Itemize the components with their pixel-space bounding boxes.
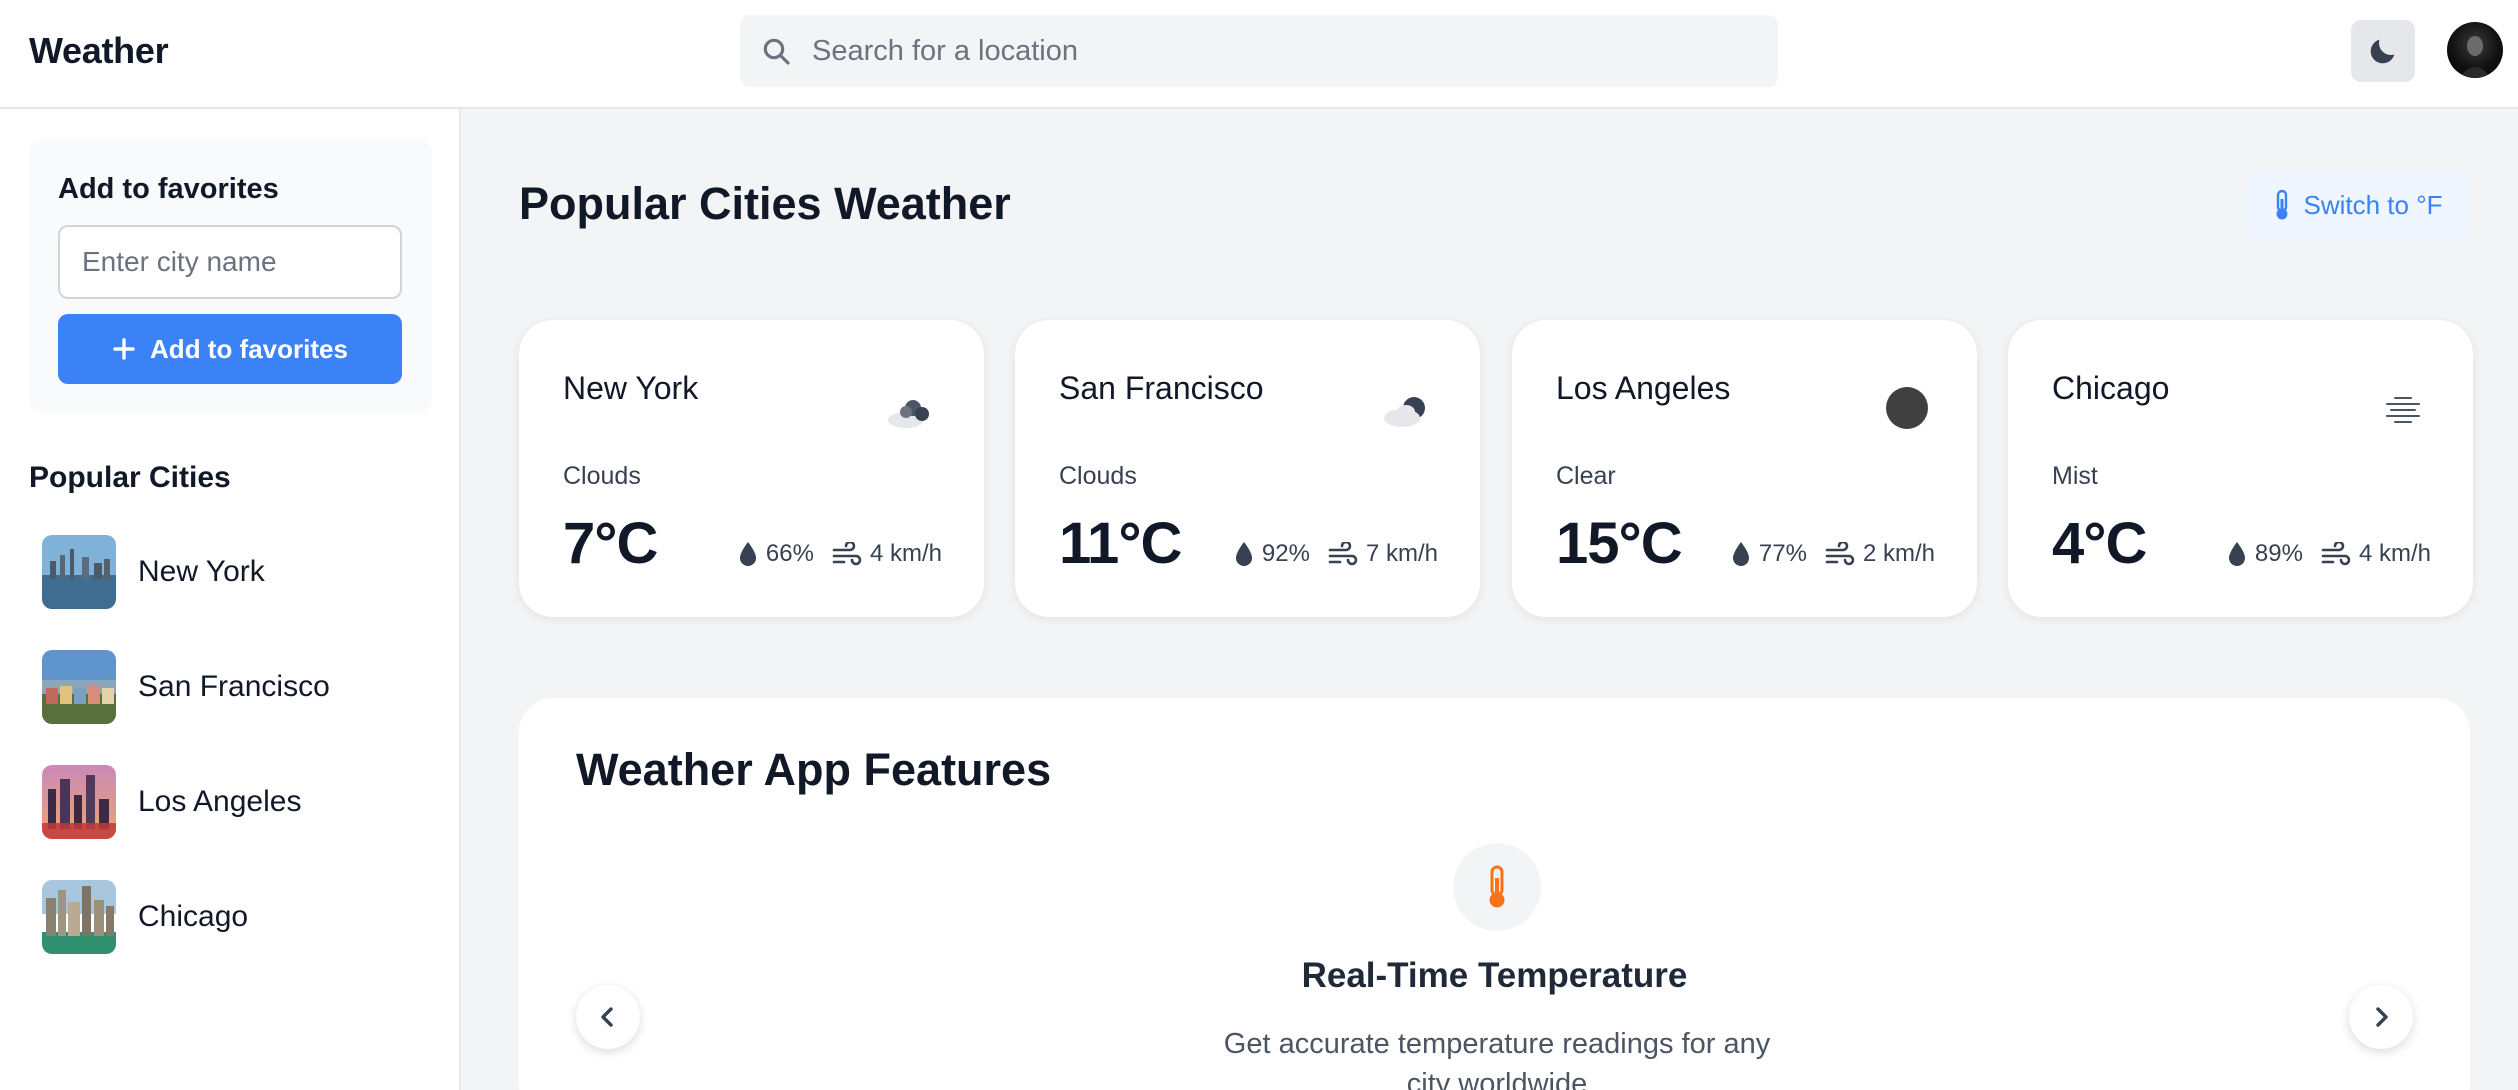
card-temperature: 15°C xyxy=(1556,511,1683,576)
humidity-value: 66% xyxy=(765,540,814,567)
droplet-icon xyxy=(739,542,756,566)
wind-stat: 7 km/h xyxy=(1328,540,1438,568)
card-stats: 77% 2 km/h xyxy=(1731,540,1935,568)
city-item-los-angeles[interactable]: Los Angeles xyxy=(42,765,422,839)
card-city-name: Chicago xyxy=(2052,370,2170,406)
droplet-icon xyxy=(1732,542,1749,566)
card-temperature: 11°C xyxy=(1059,511,1182,576)
humidity-stat: 89% xyxy=(2227,540,2303,568)
carousel-next-button[interactable] xyxy=(2349,985,2413,1049)
search-input[interactable] xyxy=(812,15,1752,87)
feature-title: Real-Time Temperature xyxy=(1301,956,1688,995)
wind-icon xyxy=(2321,542,2351,566)
switch-unit-button[interactable]: Switch to °F xyxy=(2244,172,2470,238)
plus-icon xyxy=(113,338,135,360)
chevron-left-icon xyxy=(601,1007,613,1027)
clear-icon xyxy=(1886,387,1928,429)
user-avatar[interactable] xyxy=(2447,22,2503,78)
city-item-new-york[interactable]: New York xyxy=(42,535,422,609)
carousel-prev-button[interactable] xyxy=(576,985,640,1049)
wind-icon xyxy=(1328,542,1358,566)
weather-card-los-angeles[interactable]: Los Angeles Clear 15°C 77% 2 km/h xyxy=(1512,320,1977,617)
top-header: Weather xyxy=(0,0,2518,109)
city-thumbnail xyxy=(42,535,116,609)
card-city-name: New York xyxy=(563,370,699,406)
city-name-input[interactable] xyxy=(58,225,402,299)
city-name: Los Angeles xyxy=(138,785,302,818)
city-name: New York xyxy=(138,555,265,588)
droplet-icon xyxy=(2228,542,2245,566)
features-section: Weather App Features Real-Time Temperatu… xyxy=(519,698,2470,1090)
card-city-name: San Francisco xyxy=(1059,370,1264,406)
card-condition: Clear xyxy=(1556,462,1616,490)
city-item-san-francisco[interactable]: San Francisco xyxy=(42,650,422,724)
wind-value: 2 km/h xyxy=(1862,540,1935,567)
humidity-value: 77% xyxy=(1758,540,1807,567)
wind-value: 4 km/h xyxy=(2358,540,2431,567)
droplet-icon xyxy=(1235,542,1252,566)
card-condition: Mist xyxy=(2052,462,2098,490)
mist-icon xyxy=(2386,397,2420,423)
card-stats: 66% 4 km/h xyxy=(738,540,942,568)
card-temperature: 4°C xyxy=(2052,511,2147,576)
cloudy-icon xyxy=(888,400,929,428)
wind-icon xyxy=(832,542,862,566)
humidity-value: 92% xyxy=(1261,540,1310,567)
card-condition: Clouds xyxy=(563,462,641,490)
page-title: Popular Cities Weather xyxy=(519,178,1011,229)
chevron-right-icon xyxy=(2376,1007,2388,1027)
weather-card-chicago[interactable]: Chicago Mist 4°C 89% 4 km/h xyxy=(2008,320,2473,617)
wind-stat: 4 km/h xyxy=(832,540,942,568)
city-thumbnail xyxy=(42,650,116,724)
city-thumbnail xyxy=(42,880,116,954)
card-temperature: 7°C xyxy=(563,511,658,576)
search-icon xyxy=(763,38,790,65)
humidity-value: 89% xyxy=(2254,540,2303,567)
feature-icon-wrapper xyxy=(1453,843,1541,931)
thermometer-icon xyxy=(2276,189,2287,220)
thermometer-icon xyxy=(1489,865,1505,908)
city-thumbnail xyxy=(42,765,116,839)
search-bar[interactable] xyxy=(740,15,1778,87)
wind-stat: 2 km/h xyxy=(1825,540,1935,568)
sidebar: Add to favorites Add to favorites Popula… xyxy=(0,109,461,1090)
favorites-panel: Add to favorites Add to favorites xyxy=(29,139,432,413)
city-item-chicago[interactable]: Chicago xyxy=(42,880,422,954)
humidity-stat: 66% xyxy=(738,540,814,568)
city-name: San Francisco xyxy=(138,670,330,703)
humidity-stat: 92% xyxy=(1234,540,1310,568)
card-stats: 89% 4 km/h xyxy=(2227,540,2431,568)
add-to-favorites-label: Add to favorites xyxy=(150,333,348,364)
favorites-title: Add to favorites xyxy=(58,173,279,205)
moon-icon xyxy=(2370,39,2395,64)
wind-value: 4 km/h xyxy=(869,540,942,567)
feature-description: Get accurate temperature readings for an… xyxy=(1223,1028,1771,1090)
add-to-favorites-button[interactable]: Add to favorites xyxy=(58,314,402,384)
card-stats: 92% 7 km/h xyxy=(1234,540,1438,568)
dark-mode-toggle[interactable] xyxy=(2351,20,2415,82)
avatar-image xyxy=(2459,36,2491,78)
humidity-stat: 77% xyxy=(1731,540,1807,568)
weather-card-new-york[interactable]: New York Clouds 7°C 66% 4 km/h xyxy=(519,320,984,617)
card-city-name: Los Angeles xyxy=(1556,370,1731,406)
wind-stat: 4 km/h xyxy=(2321,540,2431,568)
wind-value: 7 km/h xyxy=(1365,540,1438,567)
wind-icon xyxy=(1825,542,1855,566)
card-condition: Clouds xyxy=(1059,462,1137,490)
partly-cloudy-icon xyxy=(1384,397,1425,427)
weather-card-san-francisco[interactable]: San Francisco Clouds 11°C 92% 7 km/h xyxy=(1015,320,1480,617)
popular-cities-title: Popular Cities xyxy=(29,461,231,494)
city-name: Chicago xyxy=(138,900,249,933)
switch-unit-label: Switch to °F xyxy=(2303,189,2443,220)
features-title: Weather App Features xyxy=(576,744,1052,795)
app-title: Weather xyxy=(29,30,169,71)
